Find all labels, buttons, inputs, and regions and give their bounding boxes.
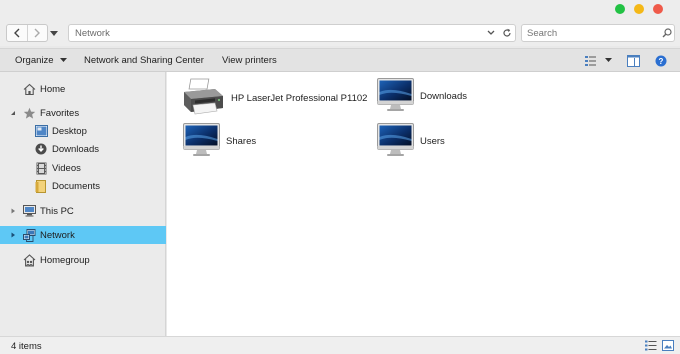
details-view-icon[interactable] — [645, 340, 657, 354]
chevron-down-icon — [487, 30, 495, 35]
chevron-left-icon — [13, 28, 20, 38]
address-path: Network — [75, 27, 110, 39]
computer-icon — [22, 204, 36, 218]
sidebar-item-homegroup[interactable]: Homegroup — [22, 251, 90, 269]
title-bar: Network — [0, 0, 680, 46]
homegroup-icon — [22, 253, 36, 267]
command-bar: Organize Network and Sharing Center View… — [0, 48, 680, 72]
search-input[interactable] — [527, 27, 659, 39]
monitor-icon — [377, 78, 414, 115]
network-icon — [22, 228, 36, 242]
film-icon — [34, 161, 48, 175]
help-button[interactable]: ? — [655, 53, 667, 68]
collapsed-arrow-icon[interactable] — [10, 232, 16, 238]
caret-down-icon — [605, 58, 612, 62]
recent-locations-button[interactable] — [50, 29, 58, 40]
nav-buttons — [6, 24, 48, 42]
sidebar-item-label: Desktop — [52, 125, 87, 137]
organize-label: Organize — [15, 55, 54, 66]
item-count: 4 items — [11, 341, 42, 352]
sidebar-item-downloads[interactable]: Downloads — [34, 140, 99, 158]
address-bar[interactable]: Network — [68, 24, 516, 42]
network-sharing-center-button[interactable]: Network and Sharing Center — [84, 55, 204, 66]
caret-down-icon — [60, 58, 68, 62]
sidebar-item-label: Downloads — [52, 143, 99, 155]
preview-pane-button[interactable] — [627, 53, 640, 68]
minimize-button[interactable] — [634, 4, 644, 14]
folder-icon — [34, 179, 48, 193]
home-icon — [22, 82, 36, 96]
maximize-button[interactable] — [615, 4, 625, 14]
sidebar-item-label: Videos — [52, 162, 81, 174]
device-label: Shares — [226, 136, 257, 147]
search-box[interactable] — [521, 24, 675, 42]
sidebar-item-label: Network — [40, 229, 75, 241]
sidebar-item-home[interactable]: Home — [22, 80, 65, 98]
network-device-printer[interactable]: HP LaserJet Professional P1102 — [181, 78, 367, 119]
large-icons-view-icon[interactable] — [662, 340, 674, 354]
network-device-downloads[interactable]: Downloads — [377, 78, 467, 115]
caret-down-icon — [50, 31, 58, 36]
content-pane: HP LaserJet Professional P1102 Downloads — [167, 72, 680, 336]
sidebar-item-favorites[interactable]: Favorites — [11, 104, 80, 122]
status-bar: 4 items — [0, 336, 680, 354]
sidebar-item-label: Documents — [52, 180, 101, 192]
printer-icon — [181, 78, 225, 119]
download-icon — [34, 142, 48, 156]
organize-menu[interactable]: Organize — [15, 55, 68, 66]
back-button[interactable] — [7, 25, 28, 41]
monitor-icon — [183, 123, 220, 160]
view-printers-button[interactable]: View printers — [222, 55, 277, 66]
desktop-icon — [34, 124, 48, 138]
refresh-button[interactable] — [499, 25, 515, 41]
sidebar-item-this-pc[interactable]: This PC — [11, 202, 74, 220]
navigation-pane: Home Favorites Desktop Downloads Videos … — [0, 72, 166, 336]
search-icon[interactable] — [659, 28, 674, 38]
preview-pane-icon — [627, 54, 640, 67]
network-device-users[interactable]: Users — [377, 123, 445, 160]
collapsed-arrow-icon[interactable] — [10, 208, 16, 214]
expanded-arrow-icon[interactable] — [10, 110, 16, 116]
star-icon — [22, 106, 36, 120]
monitor-icon — [377, 123, 414, 160]
device-label: HP LaserJet Professional P1102 — [231, 93, 368, 104]
refresh-icon — [503, 28, 511, 37]
sidebar-item-label: Homegroup — [40, 254, 90, 266]
close-button[interactable] — [653, 4, 663, 14]
chevron-right-icon — [34, 28, 41, 38]
sidebar-item-network[interactable]: Network — [0, 226, 166, 244]
svg-text:?: ? — [659, 57, 664, 66]
change-view-button[interactable] — [585, 53, 612, 68]
sidebar-item-label: This PC — [40, 205, 74, 217]
details-view-icon — [585, 55, 596, 66]
sidebar-item-documents[interactable]: Documents — [34, 177, 100, 195]
sidebar-item-desktop[interactable]: Desktop — [34, 122, 87, 140]
forward-button[interactable] — [28, 25, 48, 41]
sidebar-item-label: Home — [40, 83, 66, 95]
device-label: Users — [420, 136, 445, 147]
sidebar-item-videos[interactable]: Videos — [34, 159, 81, 177]
network-device-shares[interactable]: Shares — [183, 123, 256, 160]
sidebar-item-label: Favorites — [40, 107, 80, 119]
help-icon: ? — [655, 55, 667, 66]
address-dropdown-button[interactable] — [483, 25, 499, 41]
device-label: Downloads — [420, 91, 467, 102]
